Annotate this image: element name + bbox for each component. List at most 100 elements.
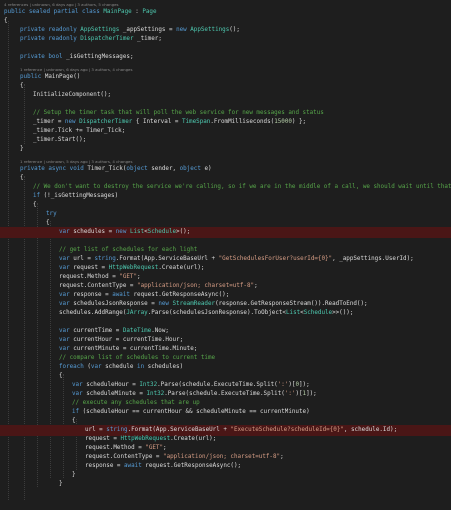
code-token: private readonly — [20, 27, 81, 33]
code-token: AppSettings — [190, 27, 230, 33]
code-token: response = — [85, 463, 125, 469]
code-token: if — [72, 409, 83, 415]
code-token: .Format(App.ServiceBaseUrl + — [115, 256, 219, 262]
code-token: (); — [229, 27, 240, 33]
code-token: { — [33, 202, 37, 208]
code-token: schedules.AddRange( — [59, 310, 127, 316]
code-token: (response.GetResponseStream()).ReadToEnd… — [215, 301, 368, 307]
code-token: await — [124, 463, 146, 469]
code-token: "GetSchedulesForUser?userId={0}" — [218, 256, 333, 262]
code-token: ; — [163, 445, 167, 451]
code-token: } — [20, 146, 24, 152]
code-token: request.GetResponseAsync(); — [133, 292, 230, 298]
code-token: List — [285, 310, 301, 316]
code-token: var — [59, 292, 74, 298]
code-token: new — [115, 229, 130, 235]
code-token: in — [137, 364, 148, 370]
code-token: InitializeComponent(); — [33, 92, 112, 98]
code-token: schedules) — [147, 364, 184, 370]
code-token: currentHour = currentTime.Hour; — [73, 337, 184, 343]
code-token: request.ContentType = — [59, 283, 138, 289]
code-token: >>()); — [332, 310, 354, 316]
code-token: object — [126, 166, 152, 172]
code-editor[interactable]: 4 references | unknown, 6 days ago | 3 a… — [0, 0, 451, 510]
code-token: ':' — [277, 382, 289, 388]
code-token: var — [59, 337, 74, 343]
code-token: request = — [85, 436, 121, 442]
code-token: string — [94, 256, 116, 262]
code-line: private bool _isGettingMessages; — [0, 52, 451, 63]
code-token: 15000 — [274, 119, 292, 125]
code-token: DateTime — [122, 328, 152, 334]
code-token: Int32 — [139, 382, 158, 388]
code-token: new — [64, 119, 80, 125]
code-token: ]); — [299, 382, 310, 388]
code-token: (!_isGettingMessages) — [43, 193, 119, 199]
code-token: ; — [254, 283, 258, 289]
code-token: { — [46, 220, 50, 226]
code-token: List — [129, 229, 145, 235]
code-token: sender, — [151, 166, 180, 172]
code-token: ]); — [306, 391, 317, 397]
code-token: e) — [204, 166, 212, 172]
code-token: request.Method = — [85, 445, 146, 451]
code-token: , _appSettings.UserId); — [332, 256, 414, 262]
code-token: private bool — [20, 54, 67, 60]
code-token: , schedule.Id); — [343, 427, 398, 433]
code-token: private async void — [20, 166, 88, 172]
code-token: "GET" — [145, 445, 164, 451]
code-token: { — [59, 373, 63, 379]
code-token: ':' — [284, 391, 296, 397]
code-token: _appSettings = — [119, 27, 177, 33]
code-token: foreach — [59, 364, 88, 370]
code-token: Schedule — [147, 229, 177, 235]
code-token: var — [59, 256, 74, 262]
code-token: url = — [73, 256, 95, 262]
code-token: var — [59, 328, 74, 334]
code-token: Schedule — [303, 310, 333, 316]
code-token: TimeSpan — [181, 119, 211, 125]
code-token: ; — [280, 454, 284, 460]
code-token: .Parse(schedule.ExecuteTime.Split( — [164, 391, 285, 397]
code-token: _isGettingMessages; — [66, 54, 134, 60]
code-token: "GET" — [119, 274, 138, 280]
code-token: response = — [73, 292, 113, 298]
code-token: _timer.Tick += Timer_Tick; — [33, 128, 126, 134]
code-token: schedule — [105, 364, 138, 370]
code-token: var — [59, 265, 74, 271]
code-token: var — [90, 364, 106, 370]
code-token: schedulesJsonResponse = — [73, 301, 159, 307]
code-token: .Now; — [151, 328, 169, 334]
code-token: DispatcherTimer — [79, 119, 133, 125]
code-token: Page — [142, 9, 157, 15]
code-token: MainPage — [103, 9, 132, 15]
code-token: _timer = — [33, 119, 65, 125]
code-token: private readonly — [20, 36, 81, 42]
code-token: new — [158, 301, 173, 307]
code-token: } — [59, 481, 63, 487]
code-token: { — [72, 418, 76, 424]
code-token: MainPage() — [44, 74, 81, 80]
code-token: "application/json; charset=utf-8" — [163, 454, 281, 460]
code-token: "ExecuteSchedule?scheduleId={0}" — [230, 427, 344, 433]
code-token: "application/json; charset=utf-8" — [137, 283, 255, 289]
code-token: try — [46, 211, 57, 217]
code-line: schedules.AddRange(JArray.Parse(schedule… — [0, 308, 451, 319]
code-token: >(); — [176, 229, 191, 235]
code-token: : — [131, 9, 143, 15]
code-token: // get list of schedules for each light — [59, 247, 198, 253]
code-token: schedules = — [73, 229, 116, 235]
code-token: public — [20, 74, 45, 80]
code-token: request.ContentType = — [85, 454, 164, 460]
code-token: // We don't want to destroy the service … — [33, 184, 451, 190]
code-token: .Parse(schedulesJsonResponse).ToObject< — [147, 310, 286, 316]
code-token: scheduleHour = — [86, 382, 140, 388]
code-token: request.GetResponseAsync(); — [145, 463, 242, 469]
code-token: // compare list of schedules to current … — [59, 355, 216, 361]
code-token: { Interval = — [132, 119, 182, 125]
code-token: HttpWebRequest — [108, 265, 159, 271]
code-token: { — [4, 18, 8, 24]
code-token: var — [72, 391, 87, 397]
code-token: .Parse(schedule.ExecuteTime.Split( — [157, 382, 278, 388]
code-token: ) }; — [291, 119, 307, 125]
